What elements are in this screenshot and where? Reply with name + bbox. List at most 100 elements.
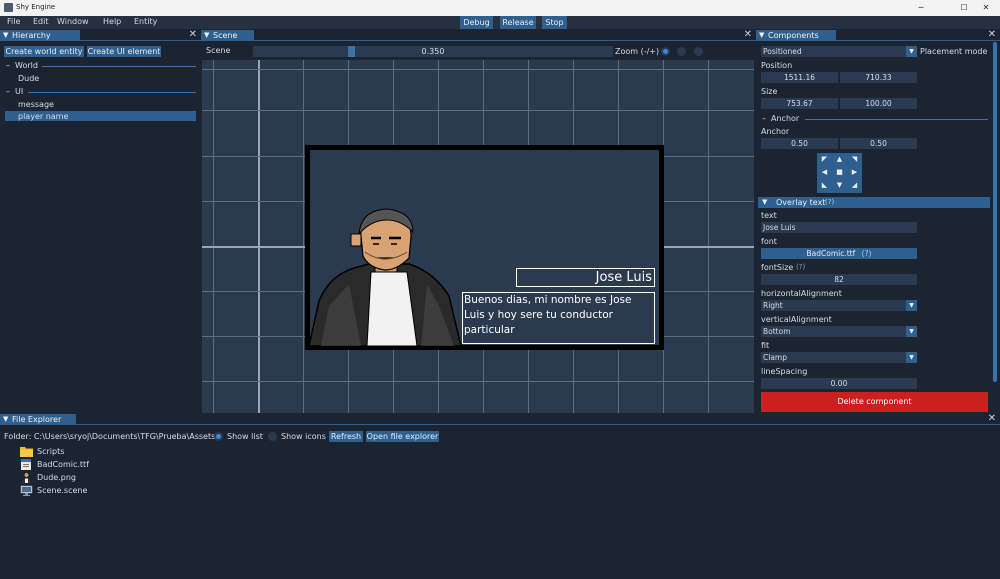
position-y-field[interactable]: 710.33 <box>840 72 917 83</box>
anchor-y-field[interactable]: 0.50 <box>840 138 917 149</box>
anchor-bottom-right-icon[interactable]: ◢ <box>848 180 861 191</box>
release-button[interactable]: Release <box>500 16 536 29</box>
anchor-collapse-icon[interactable]: – <box>762 114 766 123</box>
open-file-explorer-button[interactable]: Open file explorer <box>366 431 439 442</box>
grid-line <box>202 381 754 382</box>
line-spacing-field[interactable]: 0.00 <box>761 378 917 389</box>
scene-option-radio-2[interactable] <box>677 47 686 56</box>
line-spacing-label: lineSpacing <box>761 367 808 376</box>
size-label: Size <box>761 87 778 96</box>
help-icon[interactable]: (?) <box>825 198 834 206</box>
app-icon <box>4 3 13 12</box>
menu-file[interactable]: File <box>7 17 20 26</box>
vertical-alignment-label: verticalAlignment <box>761 315 832 324</box>
text-input[interactable]: Jose Luis <box>761 222 917 233</box>
help-icon[interactable]: (?) <box>796 263 805 271</box>
ui-collapse-icon[interactable]: – <box>6 87 10 96</box>
file-explorer-header: ▼ File Explorer ✕ <box>0 413 1000 425</box>
scene-axis-vertical <box>258 60 260 413</box>
show-icons-label[interactable]: Show icons <box>281 432 326 441</box>
chevron-down-icon[interactable]: ▼ <box>906 300 917 311</box>
character-sprite[interactable] <box>309 206 469 346</box>
minimize-button[interactable]: ─ <box>907 0 935 16</box>
window-title: Shy Engine <box>16 3 56 11</box>
dude-character-image <box>309 208 462 346</box>
fit-label: fit <box>761 341 770 350</box>
close-icon[interactable]: ✕ <box>189 29 197 40</box>
font-file-button[interactable]: BadComic.ttf (?) <box>761 248 917 259</box>
fit-select[interactable]: Clamp <box>761 352 906 363</box>
tab-label: Components <box>768 31 819 40</box>
size-h-field[interactable]: 100.00 <box>840 98 917 109</box>
anchor-bottom-left-icon[interactable]: ◣ <box>818 180 831 191</box>
scene-file-icon <box>20 485 33 496</box>
delete-component-button[interactable]: Delete component <box>761 392 988 412</box>
anchor-top-icon[interactable]: ▲ <box>833 154 846 165</box>
list-item[interactable]: BadComic.ttf <box>20 459 140 471</box>
grid-line <box>202 110 754 111</box>
scene-option-radio-1[interactable] <box>661 47 670 56</box>
debug-button[interactable]: Debug <box>460 16 493 29</box>
overlay-message-text[interactable]: Buenos dias, mi nombre es Jose Luis y ho… <box>462 292 655 344</box>
header-underline <box>756 40 1000 41</box>
ui-header[interactable]: UI <box>15 87 23 96</box>
size-w-field[interactable]: 753.67 <box>761 98 838 109</box>
anchor-bottom-icon[interactable]: ▼ <box>833 180 846 191</box>
chevron-down-icon[interactable]: ▼ <box>906 326 917 337</box>
stop-button[interactable]: Stop <box>542 16 567 29</box>
menu-edit[interactable]: Edit <box>33 17 49 26</box>
hierarchy-header: ▼ Hierarchy ✕ <box>0 29 201 41</box>
refresh-button[interactable]: Refresh <box>329 431 363 442</box>
show-icons-radio[interactable] <box>268 432 277 441</box>
image-file-icon <box>22 472 31 483</box>
show-list-label[interactable]: Show list <box>227 432 263 441</box>
font-size-field[interactable]: 82 <box>761 274 917 285</box>
create-world-entity-button[interactable]: Create world entity <box>4 46 84 57</box>
overlay-text-section-header[interactable]: ▼ Overlay text (?) <box>758 197 990 208</box>
anchor-center-icon[interactable]: ■ <box>833 167 846 178</box>
create-ui-element-button[interactable]: Create UI element <box>87 46 161 57</box>
anchor-x-field[interactable]: 0.50 <box>761 138 838 149</box>
list-item-message[interactable]: message <box>18 100 54 109</box>
file-name: BadComic.ttf <box>37 460 89 469</box>
anchor-top-right-icon[interactable]: ◥ <box>848 154 861 165</box>
menu-window[interactable]: Window <box>57 17 89 26</box>
components-header: ▼ Components ✕ <box>756 29 1000 41</box>
scene-label: Scene <box>206 46 231 55</box>
list-item[interactable]: Dude.png <box>20 472 140 484</box>
anchor-section-header[interactable]: Anchor <box>771 114 799 123</box>
scene-option-radio-3[interactable] <box>694 47 703 56</box>
list-item-player-name[interactable]: player name <box>18 112 68 121</box>
anchor-top-left-icon[interactable]: ◤ <box>818 154 831 165</box>
help-icon[interactable]: (?) <box>862 249 872 258</box>
mode-select-chevron-down-icon[interactable]: ▼ <box>906 46 917 57</box>
close-icon[interactable]: ✕ <box>988 29 996 40</box>
close-window-button[interactable]: ✕ <box>972 0 1000 16</box>
overlay-name-text[interactable]: Jose Luis <box>516 268 655 287</box>
anchor-separator <box>805 119 988 120</box>
close-icon[interactable]: ✕ <box>744 29 752 40</box>
grid-line <box>303 60 304 413</box>
mode-select[interactable]: Positioned <box>761 46 906 57</box>
list-item[interactable]: Scene.scene <box>20 485 140 497</box>
world-collapse-icon[interactable]: – <box>6 61 10 70</box>
menu-help[interactable]: Help <box>103 17 121 26</box>
grid-line <box>708 60 709 413</box>
show-list-radio[interactable] <box>214 432 223 441</box>
anchor-right-icon[interactable]: ▶ <box>848 167 861 178</box>
vertical-alignment-select[interactable]: Bottom <box>761 326 906 337</box>
anchor-left-icon[interactable]: ◀ <box>818 167 831 178</box>
components-scrollbar[interactable] <box>993 42 997 382</box>
list-item-dude[interactable]: Dude <box>18 74 39 83</box>
zoom-slider[interactable]: 0.350 <box>253 46 613 57</box>
close-icon[interactable]: ✕ <box>988 413 996 424</box>
anchor-label: Anchor <box>761 127 790 136</box>
position-x-field[interactable]: 1511.16 <box>761 72 838 83</box>
horizontal-alignment-select[interactable]: Right <box>761 300 906 311</box>
header-underline <box>0 424 1000 425</box>
chevron-down-icon[interactable]: ▼ <box>906 352 917 363</box>
menu-entity[interactable]: Entity <box>134 17 157 26</box>
header-underline <box>201 40 756 41</box>
world-header[interactable]: World <box>15 61 38 70</box>
list-item[interactable]: Scripts <box>20 446 140 458</box>
